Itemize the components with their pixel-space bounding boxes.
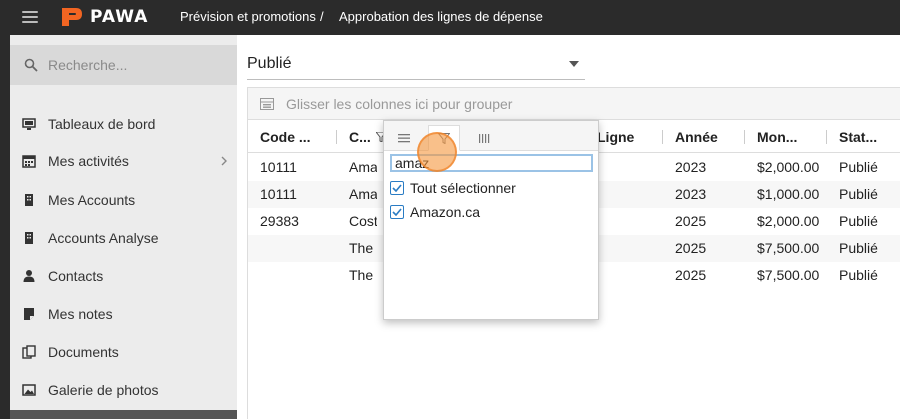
- breadcrumb-current: Approbation des lignes de dépense: [339, 9, 543, 24]
- popup-tab-bar: [384, 121, 598, 151]
- cell-client: Costc: [349, 213, 377, 229]
- column-filter-popup: Tout sélectionner Amazon.ca: [383, 120, 599, 320]
- search-icon: [24, 58, 38, 72]
- cell-annee: 2023: [675, 186, 707, 202]
- sidebar-item-label: Galerie de photos: [48, 382, 159, 398]
- column-header-code[interactable]: Code ...: [248, 121, 311, 153]
- cell-annee: 2025: [675, 213, 707, 229]
- dropdown-arrow-icon: [569, 61, 579, 67]
- cell-montant: $1,000.00: [757, 186, 820, 202]
- sidebar-search-input[interactable]: [48, 57, 218, 73]
- cell-statut: Publié: [839, 186, 878, 202]
- status-select-value: Publié: [247, 55, 292, 72]
- cell-statut: Publié: [839, 267, 878, 283]
- sidebar-item-label: Contacts: [48, 268, 104, 284]
- group-drop-panel[interactable]: Glisser les colonnes ici pour grouper: [248, 88, 900, 120]
- sidebar-item-documents[interactable]: Documents: [10, 336, 237, 368]
- column-header-montant[interactable]: Mon...: [745, 121, 797, 153]
- filter-funnel-icon: [438, 132, 450, 144]
- cell-annee: 2025: [675, 240, 707, 256]
- cell-statut: Publié: [839, 213, 878, 229]
- filter-option-label: Tout sélectionner: [410, 180, 516, 196]
- sidebar-item-tableaux-de-bord[interactable]: Tableaux de bord: [10, 108, 237, 140]
- group-panel-hint: Glisser les colonnes ici pour grouper: [286, 95, 513, 112]
- building-icon: [22, 193, 36, 207]
- pawa-logo-icon: [62, 8, 82, 26]
- monitor-icon: [22, 117, 36, 131]
- sidebar-item-label: Accounts Analyse: [48, 230, 159, 246]
- sidebar-item-selected-partial[interactable]: [10, 410, 237, 419]
- person-icon: [22, 269, 36, 283]
- sidebar-search: [10, 45, 237, 85]
- filter-option-select-all[interactable]: Tout sélectionner: [390, 178, 516, 198]
- column-header-annee[interactable]: Année: [663, 121, 718, 153]
- cell-annee: 2023: [675, 159, 707, 175]
- cell-statut: Publié: [839, 240, 878, 256]
- cell-statut: Publié: [839, 159, 878, 175]
- sidebar-item-label: Documents: [48, 344, 119, 360]
- checkbox-checked-icon[interactable]: [390, 205, 404, 219]
- cell-code: 10111: [260, 159, 297, 175]
- cell-client: The R: [349, 240, 377, 256]
- columns-tab[interactable]: [468, 125, 500, 151]
- columns-bars-icon: [479, 133, 490, 143]
- filter-option-label: Amazon.ca: [410, 204, 481, 220]
- documents-icon: [22, 345, 36, 359]
- breadcrumb-section[interactable]: Prévision et promotions: [180, 9, 316, 24]
- calendar-icon: [22, 154, 36, 168]
- cell-code: [248, 235, 260, 262]
- checkbox-checked-icon[interactable]: [390, 181, 404, 195]
- brand-logo[interactable]: PAWA: [60, 5, 148, 29]
- sidebar-item-mes-activites[interactable]: Mes activités: [10, 145, 237, 177]
- cell-code: 10111: [260, 186, 297, 202]
- cell-client: Amaz: [349, 186, 377, 202]
- building-icon: [22, 231, 36, 245]
- image-icon: [22, 383, 36, 397]
- sidebar-item-accounts-analyse[interactable]: Accounts Analyse: [10, 222, 237, 254]
- menu-lines-icon: [398, 134, 410, 143]
- cell-client: The R: [349, 267, 377, 283]
- sidebar-item-contacts[interactable]: Contacts: [10, 260, 237, 292]
- filter-option-amazon[interactable]: Amazon.ca: [390, 202, 480, 222]
- sidebar-item-mes-notes[interactable]: Mes notes: [10, 298, 237, 330]
- hamburger-menu-icon[interactable]: [22, 11, 38, 23]
- note-icon: [22, 307, 36, 321]
- cell-montant: $2,000.00: [757, 213, 820, 229]
- brand-name: PAWA: [90, 7, 149, 27]
- column-header-client[interactable]: C...: [337, 121, 371, 153]
- column-header-statut[interactable]: Stat...: [827, 121, 877, 153]
- sidebar-item-label: Mes Accounts: [48, 192, 136, 208]
- cell-code: 29383: [260, 213, 299, 229]
- sidebar-item-label: Tableaux de bord: [48, 116, 156, 132]
- cell-annee: 2025: [675, 267, 707, 283]
- filter-search-input[interactable]: [390, 154, 593, 172]
- status-select[interactable]: Publié: [247, 49, 585, 80]
- sidebar-item-galerie-de-photos[interactable]: Galerie de photos: [10, 374, 237, 406]
- breadcrumb-separator: /: [320, 9, 324, 24]
- group-columns-icon: [260, 97, 274, 110]
- top-bar: PAWA Prévision et promotions / Approbati…: [0, 0, 900, 35]
- sidebar-item-label: Mes notes: [48, 306, 113, 322]
- menu-tab[interactable]: [388, 125, 420, 151]
- filter-tab[interactable]: [428, 125, 460, 151]
- cell-montant: $7,500.00: [757, 240, 820, 256]
- cell-montant: $7,500.00: [757, 267, 820, 283]
- cell-code: [248, 262, 260, 289]
- sidebar: Tableaux de bord Mes activités Mes Accou…: [10, 35, 237, 419]
- sidebar-item-label: Mes activités: [48, 153, 129, 169]
- chevron-right-icon: [221, 156, 227, 166]
- sidebar-item-mes-accounts[interactable]: Mes Accounts: [10, 184, 237, 216]
- cell-client: Amaz: [349, 159, 377, 175]
- cell-montant: $2,000.00: [757, 159, 820, 175]
